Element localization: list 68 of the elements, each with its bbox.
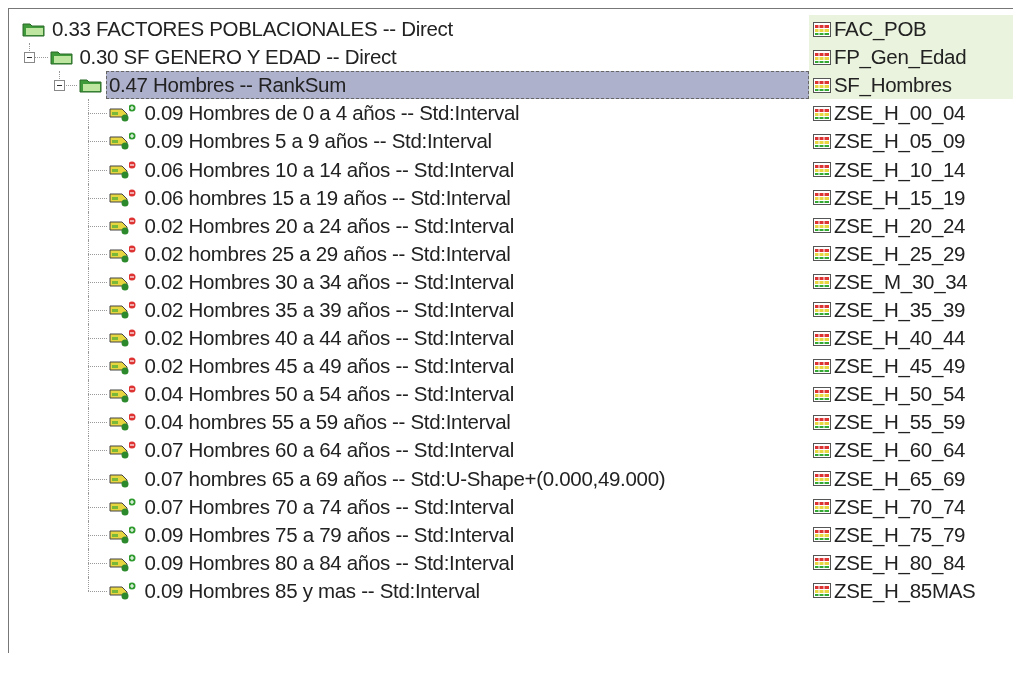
attribute-name: ZSE_H_50_54 (834, 382, 966, 407)
tree-node-label[interactable]: 0.06 hombres 15 a 19 años -- Std:Interval (141, 183, 514, 212)
attribute-name: ZSE_H_80_84 (834, 550, 966, 575)
grid-table-icon (813, 386, 831, 402)
grid-table-icon (813, 49, 831, 65)
tree-node-label[interactable]: 0.02 Hombres 40 a 44 años -- Std:Interval (141, 324, 517, 353)
tree-node-label[interactable]: 0.09 Hombres 75 a 79 años -- Std:Interval (141, 520, 517, 549)
tree-node-label[interactable]: 0.09 Hombres 5 a 9 años -- Std:Interval (141, 127, 495, 156)
tree-node-label[interactable]: 0.07 hombres 65 a 69 años -- Std:U-Shape+(0.000,49.000) (141, 464, 669, 493)
attribute-name: ZSE_H_70_74 (834, 494, 966, 519)
grid-table-icon (813, 274, 831, 290)
attribute-name: ZSE_H_75_79 (834, 522, 966, 547)
grid-table-icon (813, 414, 831, 430)
attribute-name: ZSE_H_10_14 (834, 157, 966, 182)
grid-table-icon (813, 527, 831, 543)
grid-table-icon (813, 358, 831, 374)
grid-table-icon (813, 330, 831, 346)
tree-node-label[interactable]: 0.02 Hombres 20 a 24 años -- Std:Interval (141, 211, 517, 240)
grid-table-icon (813, 21, 831, 37)
attribute-name: ZSE_H_20_24 (834, 213, 966, 238)
tree-node-label[interactable]: 0.47 Hombres -- RankSum (106, 71, 809, 100)
grid-table-icon (813, 499, 831, 515)
grid-table-icon (813, 471, 831, 487)
grid-table-icon (813, 246, 831, 262)
folder-icon (22, 21, 46, 38)
grid-table-icon (813, 77, 831, 93)
tree-node-label[interactable]: 0.30 SF GENERO Y EDAD -- Direct (76, 43, 400, 72)
tree-node-label[interactable]: 0.04 hombres 55 a 59 años -- Std:Interval (141, 408, 514, 437)
tree-node-label[interactable]: 0.09 Hombres de 0 a 4 años -- Std:Interval (141, 99, 523, 128)
tree-node-label[interactable]: 0.02 hombres 25 a 29 años -- Std:Interval (141, 239, 514, 268)
attribute-name: ZSE_H_40_44 (834, 326, 966, 351)
attribute-name: FP_Gen_Edad (834, 45, 967, 70)
collapse-toggle[interactable] (24, 52, 35, 64)
folder-icon (79, 77, 103, 94)
attribute-name: SF_Hombres (834, 73, 952, 98)
attribute-name: ZSE_M_30_34 (834, 269, 968, 294)
attribute-name: ZSE_H_25_29 (834, 241, 966, 266)
grid-table-icon (813, 105, 831, 121)
tree-node-label[interactable]: 0.07 Hombres 60 a 64 años -- Std:Interval (141, 436, 517, 465)
attribute-name: ZSE_H_05_09 (834, 129, 966, 154)
collapse-toggle[interactable] (53, 80, 65, 92)
folder-icon (49, 49, 74, 66)
attribute-name: ZSE_H_60_64 (834, 438, 966, 463)
grid-table-icon (813, 133, 831, 149)
tree-node-label[interactable]: 0.06 Hombres 10 a 14 años -- Std:Interval (141, 155, 517, 184)
tree-node-label[interactable]: 0.09 Hombres 80 a 84 años -- Std:Interval (141, 548, 517, 577)
attribute-name: ZSE_H_00_04 (834, 101, 966, 126)
attribute-name: ZSE_H_65_69 (834, 466, 966, 491)
tree-node-label[interactable]: 0.09 Hombres 85 y mas -- Std:Interval (141, 576, 483, 605)
grid-table-icon (813, 583, 831, 599)
tree-node-label[interactable]: 0.02 Hombres 45 a 49 años -- Std:Interval (141, 352, 517, 381)
grid-table-icon (813, 442, 831, 458)
grid-table-icon (813, 190, 831, 206)
attribute-name: ZSE_H_35_39 (834, 298, 966, 322)
attribute-name: ZSE_H_85MAS (834, 578, 976, 603)
attribute-name: ZSE_H_55_59 (834, 410, 966, 435)
tree-node-label[interactable]: 0.07 Hombres 70 a 74 años -- Std:Interval (141, 492, 517, 521)
tree-node-label[interactable]: 0.02 Hombres 30 a 34 años -- Std:Interval (141, 267, 517, 296)
grid-table-icon (813, 218, 831, 234)
tree-node-label[interactable]: 0.04 Hombres 50 a 54 años -- Std:Interval (141, 380, 517, 409)
tree-node-label[interactable]: 0.02 Hombres 35 a 39 años -- Std:Interval (141, 296, 517, 324)
grid-table-icon (813, 555, 831, 571)
attribute-name: ZSE_H_15_19 (834, 185, 966, 210)
tree-node-label[interactable]: 0.33 FACTORES POBLACIONALES -- Direct (49, 15, 456, 44)
attribute-name: ZSE_H_45_49 (834, 354, 966, 379)
attribute-name: FAC_POB (834, 17, 927, 42)
grid-table-icon (813, 162, 831, 177)
grid-table-icon (813, 302, 831, 318)
